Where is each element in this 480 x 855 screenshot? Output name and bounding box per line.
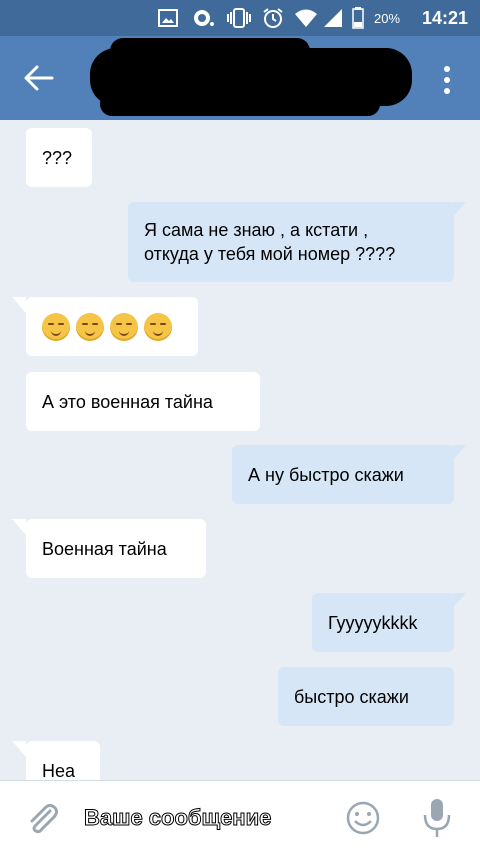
alarm-icon	[262, 0, 284, 36]
message-text: Гуууууkkkk	[328, 612, 418, 633]
attach-button[interactable]	[22, 799, 62, 839]
arrow-left-icon	[24, 65, 54, 91]
message-text: ???	[42, 147, 73, 168]
message-text: А ну быстро скажи	[248, 464, 404, 485]
message-text-line: откуда у тебя мой номер ????	[144, 244, 396, 264]
microphone-icon	[423, 799, 451, 837]
bubble-tail	[452, 202, 466, 218]
vibrate-icon	[226, 0, 252, 36]
message-incoming[interactable]: Военная тайна	[26, 519, 206, 578]
message-text-line: Я сама не знаю , а кстати ,	[144, 220, 369, 240]
smirk-emoji-icon	[110, 312, 138, 341]
bubble-tail	[452, 445, 466, 461]
message-text: А это военная тайна	[42, 391, 213, 412]
message-outgoing[interactable]: Гуууууkkkk	[312, 593, 454, 652]
gallery-icon	[158, 0, 178, 36]
more-vertical-icon	[444, 66, 450, 94]
signal-icon	[322, 0, 344, 36]
message-incoming[interactable]: А это военная тайна	[26, 372, 260, 431]
smirk-emoji-icon	[76, 312, 104, 341]
smirk-emoji-icon	[42, 312, 70, 341]
more-menu-button[interactable]	[436, 62, 458, 98]
app-bar	[0, 36, 480, 120]
message-outgoing[interactable]: Я сама не знаю , а кстати , откуда у теб…	[128, 202, 454, 282]
message-outgoing[interactable]: А ну быстро скажи	[232, 445, 454, 504]
smirk-emoji-icon	[144, 312, 172, 341]
message-incoming[interactable]: ???	[26, 128, 92, 187]
message-outgoing[interactable]: быстро скажи	[278, 667, 454, 726]
clock-time: 14:21	[422, 7, 469, 28]
wifi-icon	[294, 0, 318, 36]
bubble-tail	[12, 741, 26, 757]
bubble-tail	[452, 593, 466, 609]
status-bar: 20% 14:21	[0, 0, 480, 36]
message-text: быстро скажи	[294, 686, 409, 707]
message-text: Военная тайна	[42, 538, 167, 559]
message-text: Неа	[42, 760, 76, 781]
smile-icon	[346, 801, 380, 835]
message-input[interactable]: Ваше сообщение	[84, 795, 324, 841]
composer-bar: Ваше сообщение	[0, 780, 480, 855]
message-incoming-emoji[interactable]	[26, 297, 198, 356]
bubble-tail	[12, 297, 26, 313]
bubble-tail	[12, 519, 26, 535]
notification-icon	[192, 0, 216, 36]
battery-icon	[352, 0, 364, 36]
emoji-button[interactable]	[344, 799, 382, 837]
paperclip-icon	[30, 803, 58, 834]
microphone-button[interactable]	[420, 797, 454, 839]
battery-percent: 20%	[374, 10, 401, 26]
back-button[interactable]	[20, 60, 64, 96]
contact-name-redacted[interactable]	[90, 38, 412, 116]
